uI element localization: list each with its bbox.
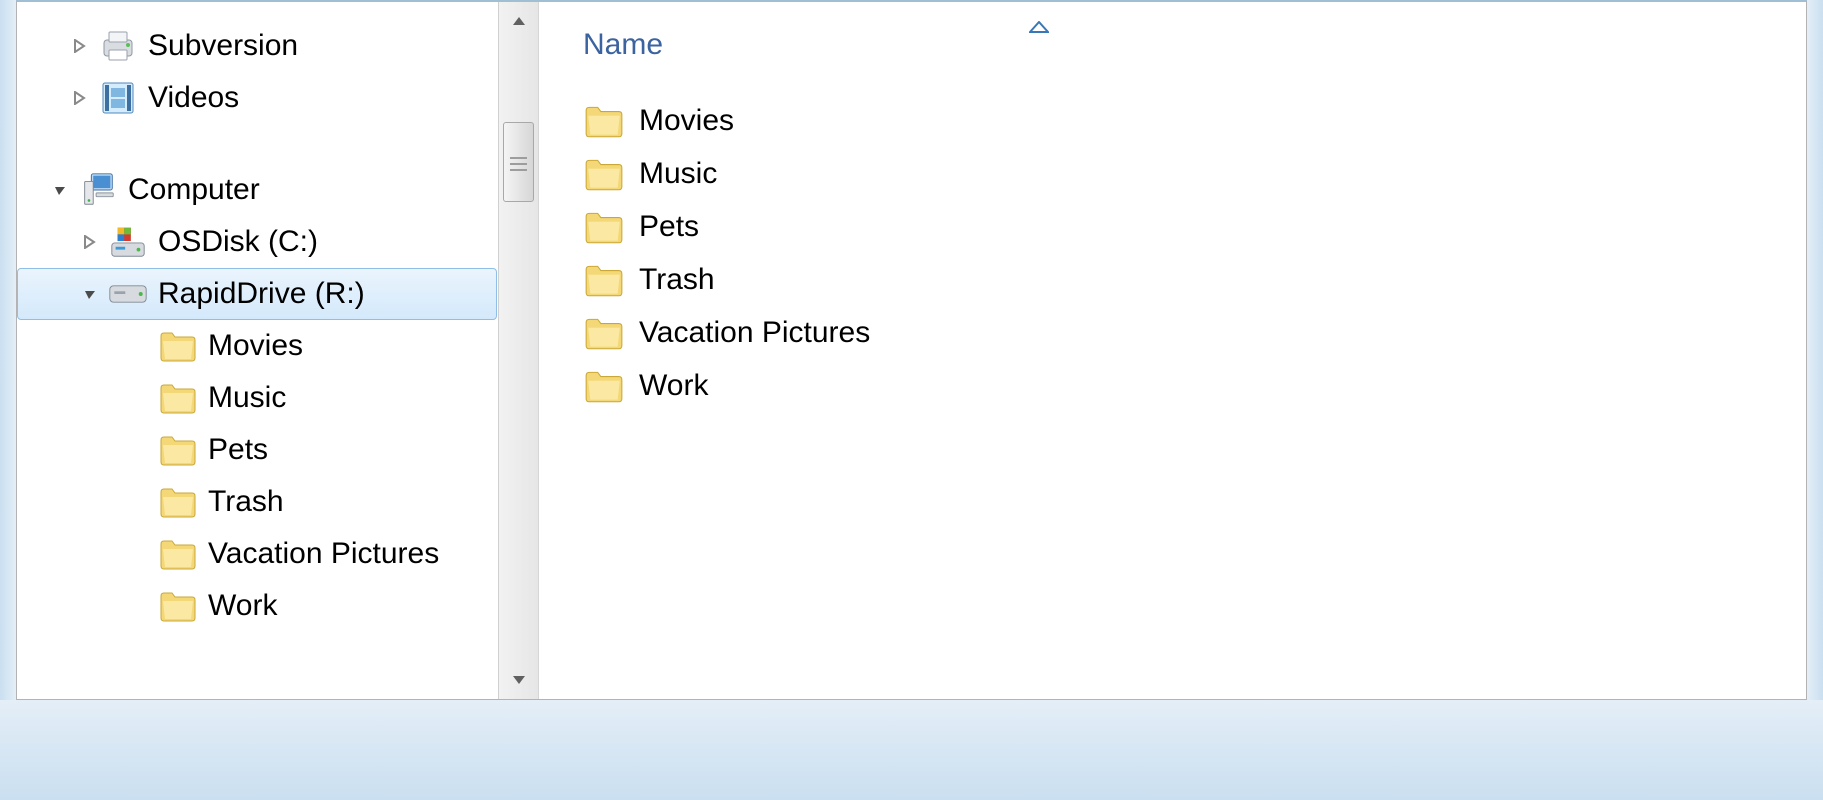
folder-icon	[583, 100, 625, 142]
folder-icon	[583, 259, 625, 301]
folder-icon	[583, 206, 625, 248]
list-item-label: Trash	[639, 263, 715, 297]
navigation-tree-pane: Subversion Videos	[17, 2, 539, 699]
folder-icon	[583, 365, 625, 407]
folder-icon	[583, 153, 625, 195]
tree-scrollbar[interactable]	[498, 2, 538, 699]
computer-icon	[78, 170, 118, 210]
scroll-down-arrow-icon[interactable]	[499, 665, 538, 695]
expander-open-icon[interactable]	[78, 282, 102, 306]
list-item[interactable]: Work	[583, 359, 1766, 412]
tree-item-label: Computer	[128, 173, 260, 207]
tree-item-label: Work	[208, 589, 277, 623]
list-item-label: Music	[639, 157, 717, 191]
scroll-thumb[interactable]	[503, 122, 534, 202]
folder-icon	[158, 378, 198, 418]
expander-open-icon[interactable]	[48, 178, 72, 202]
tree-item-folder[interactable]: Trash	[17, 476, 497, 528]
navigation-tree[interactable]: Subversion Videos	[17, 2, 497, 699]
tree-item-videos[interactable]: Videos	[17, 72, 497, 124]
tree-item-label: Music	[208, 381, 286, 415]
list-item-label: Pets	[639, 210, 699, 244]
tree-item-folder[interactable]: Pets	[17, 424, 497, 476]
column-header-name[interactable]: Name	[583, 28, 663, 62]
folder-icon	[158, 326, 198, 366]
folder-icon	[158, 482, 198, 522]
tree-item-folder[interactable]: Movies	[17, 320, 497, 372]
expander-closed-icon[interactable]	[68, 86, 92, 110]
osdisk-icon	[108, 222, 148, 262]
sort-ascending-icon[interactable]	[1029, 8, 1049, 40]
tree-item-label: Pets	[208, 433, 268, 467]
expander-closed-icon[interactable]	[78, 230, 102, 254]
list-item[interactable]: Music	[583, 147, 1766, 200]
list-item[interactable]: Trash	[583, 253, 1766, 306]
tree-item-subversion[interactable]: Subversion	[17, 20, 497, 72]
file-list-pane: Name Movies Music Pets	[539, 2, 1806, 699]
folder-icon	[158, 534, 198, 574]
list-item-label: Work	[639, 369, 708, 403]
scroll-up-arrow-icon[interactable]	[499, 6, 538, 36]
explorer-window: Subversion Videos	[16, 0, 1807, 700]
list-item[interactable]: Movies	[583, 94, 1766, 147]
tree-item-label: Movies	[208, 329, 303, 363]
tree-item-folder[interactable]: Music	[17, 372, 497, 424]
tree-item-label: Vacation Pictures	[208, 537, 439, 571]
expander-closed-icon[interactable]	[68, 34, 92, 58]
list-item-label: Vacation Pictures	[639, 316, 870, 350]
tree-item-rapiddrive[interactable]: RapidDrive (R:)	[17, 268, 497, 320]
drive-icon	[108, 274, 148, 314]
film-icon	[98, 78, 138, 118]
folder-icon	[158, 430, 198, 470]
tree-item-folder[interactable]: Work	[17, 580, 497, 632]
list-item[interactable]: Vacation Pictures	[583, 306, 1766, 359]
tree-item-label: Subversion	[148, 29, 298, 63]
folder-icon	[158, 586, 198, 626]
tree-item-osdisk[interactable]: OSDisk (C:)	[17, 216, 497, 268]
folder-icon	[583, 312, 625, 354]
tree-item-label: Trash	[208, 485, 284, 519]
tree-item-label: RapidDrive (R:)	[158, 277, 365, 311]
list-item[interactable]: Pets	[583, 200, 1766, 253]
tree-item-folder[interactable]: Vacation Pictures	[17, 528, 497, 580]
tree-item-label: Videos	[148, 81, 239, 115]
tree-item-label: OSDisk (C:)	[158, 225, 318, 259]
printer-icon	[98, 26, 138, 66]
list-item-label: Movies	[639, 104, 734, 138]
file-list[interactable]: Movies Music Pets Trash	[583, 94, 1766, 412]
tree-item-computer[interactable]: Computer	[17, 164, 497, 216]
